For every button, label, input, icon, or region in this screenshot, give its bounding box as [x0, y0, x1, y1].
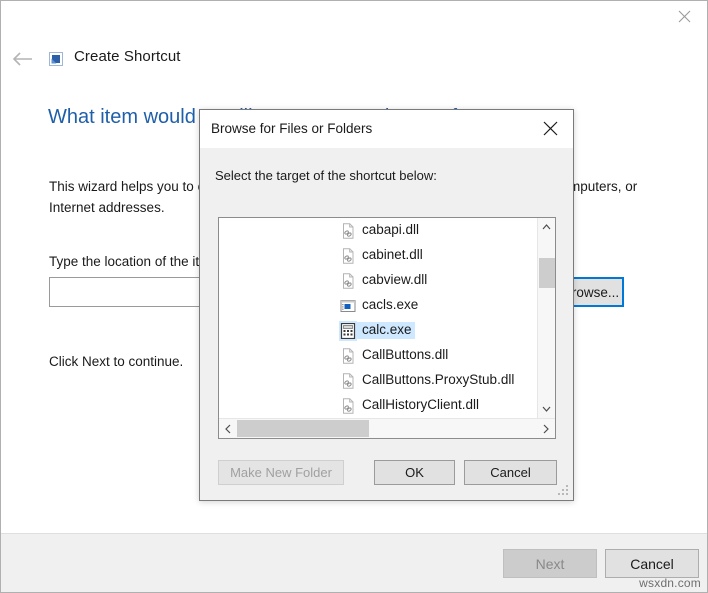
continue-hint: Click Next to continue. — [49, 354, 183, 369]
close-icon[interactable] — [661, 1, 707, 32]
calculator-icon — [339, 321, 357, 341]
file-list-container: cabapi.dll cabinet.dll cabview.dll cacls.ex… — [218, 217, 556, 439]
dialog-prompt: Select the target of the shortcut below: — [215, 168, 437, 183]
ok-button-label: OK — [405, 465, 424, 480]
close-icon[interactable] — [528, 110, 573, 146]
next-button[interactable]: Next — [503, 549, 597, 578]
list-item[interactable]: cabinet.dll — [219, 243, 537, 268]
chevron-down-icon[interactable] — [538, 400, 555, 418]
dll-file-icon — [339, 371, 357, 391]
list-item[interactable]: calc.exe — [219, 318, 537, 343]
list-item-label: CallHistoryClient.dll — [357, 397, 482, 414]
back-arrow-icon[interactable] — [9, 46, 37, 72]
console-app-icon — [339, 296, 357, 316]
shortcut-arrow-icon — [46, 49, 66, 69]
chevron-up-icon[interactable] — [538, 218, 555, 236]
list-item[interactable]: cacls.exe — [219, 293, 537, 318]
list-item[interactable]: CallButtons.dll — [219, 343, 537, 368]
dialog-titlebar: Browse for Files or Folders — [200, 110, 573, 148]
list-item[interactable]: CallHistoryClient.dll — [219, 393, 537, 418]
file-list[interactable]: cabapi.dll cabinet.dll cabview.dll cacls.ex… — [219, 218, 537, 418]
browse-dialog: Browse for Files or Folders Select the t… — [199, 109, 574, 501]
list-item-label: CallButtons.dll — [357, 347, 451, 364]
next-button-label: Next — [536, 556, 565, 572]
resize-grip-icon[interactable] — [558, 485, 570, 497]
ok-button[interactable]: OK — [374, 460, 455, 485]
dll-file-icon — [339, 346, 357, 366]
dll-file-icon — [339, 271, 357, 291]
dialog-title: Browse for Files or Folders — [211, 121, 372, 136]
dll-file-icon — [339, 396, 357, 416]
dll-file-icon — [339, 221, 357, 241]
list-item-label: cabapi.dll — [357, 222, 422, 239]
screen: Create Shortcut What item would you like… — [0, 0, 708, 593]
cancel-button[interactable]: Cancel — [605, 549, 699, 578]
list-item-label: calc.exe — [357, 322, 415, 339]
list-item[interactable]: cabview.dll — [219, 268, 537, 293]
cancel-button-label: Cancel — [630, 556, 674, 572]
make-new-folder-label: Make New Folder — [230, 465, 332, 480]
list-item-label: cacls.exe — [357, 297, 421, 314]
wizard-footer: Next Cancel wsxdn.com — [1, 533, 707, 592]
chevron-right-icon[interactable] — [537, 419, 555, 438]
list-item-label: cabview.dll — [357, 272, 430, 289]
wizard-titlebar — [1, 1, 707, 34]
list-item-label: cabinet.dll — [357, 247, 426, 264]
horizontal-scroll-thumb[interactable] — [237, 420, 369, 437]
list-item-label: CallButtons.ProxyStub.dll — [357, 372, 517, 389]
horizontal-scrollbar[interactable] — [219, 418, 555, 438]
dialog-cancel-label: Cancel — [490, 465, 530, 480]
list-item[interactable]: CallButtons.ProxyStub.dll — [219, 368, 537, 393]
vertical-scrollbar[interactable] — [537, 218, 555, 418]
list-item[interactable]: cabapi.dll — [219, 218, 537, 243]
make-new-folder-button[interactable]: Make New Folder — [218, 460, 344, 485]
location-label: Type the location of the item: — [49, 254, 222, 269]
chevron-left-icon[interactable] — [219, 419, 237, 438]
page-title: Create Shortcut — [74, 48, 181, 65]
dll-file-icon — [339, 246, 357, 266]
vertical-scroll-thumb[interactable] — [539, 258, 555, 288]
watermark: wsxdn.com — [639, 576, 701, 590]
dialog-cancel-button[interactable]: Cancel — [464, 460, 557, 485]
